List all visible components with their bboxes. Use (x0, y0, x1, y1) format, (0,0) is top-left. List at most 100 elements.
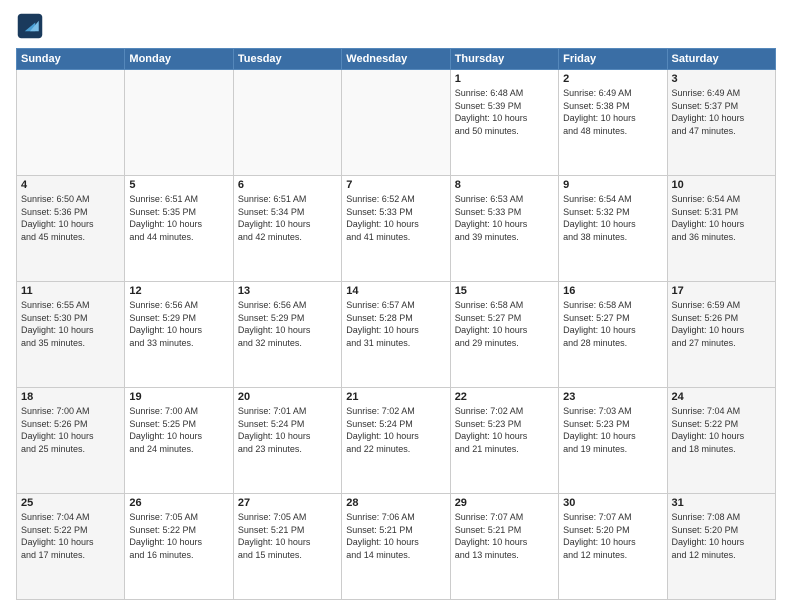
day-info-line: Sunset: 5:32 PM (563, 206, 662, 219)
day-info-line: Sunset: 5:29 PM (129, 312, 228, 325)
header (16, 12, 776, 40)
day-info-line: Daylight: 10 hours (563, 112, 662, 125)
day-info-line: and 24 minutes. (129, 443, 228, 456)
day-info-line: Sunrise: 6:54 AM (672, 193, 771, 206)
day-info-line: Sunset: 5:21 PM (346, 524, 445, 537)
day-info-line: Sunset: 5:34 PM (238, 206, 337, 219)
day-number: 11 (21, 285, 120, 297)
day-number: 10 (672, 179, 771, 191)
calendar-day-cell: 7Sunrise: 6:52 AMSunset: 5:33 PMDaylight… (342, 176, 450, 282)
day-info-line: Sunrise: 6:58 AM (455, 299, 554, 312)
day-info-line: Daylight: 10 hours (672, 536, 771, 549)
day-number: 16 (563, 285, 662, 297)
day-info-line: Sunrise: 7:05 AM (238, 511, 337, 524)
day-info-line: Sunset: 5:21 PM (455, 524, 554, 537)
day-info-line: and 50 minutes. (455, 125, 554, 138)
day-info-line: and 44 minutes. (129, 231, 228, 244)
calendar-day-cell: 15Sunrise: 6:58 AMSunset: 5:27 PMDayligh… (450, 282, 558, 388)
day-info-line: Sunrise: 7:01 AM (238, 405, 337, 418)
calendar-week-row: 25Sunrise: 7:04 AMSunset: 5:22 PMDayligh… (17, 494, 776, 600)
day-info-line: Sunrise: 7:06 AM (346, 511, 445, 524)
day-info-line: Daylight: 10 hours (563, 430, 662, 443)
day-info-line: Sunrise: 6:58 AM (563, 299, 662, 312)
day-number: 4 (21, 179, 120, 191)
calendar-day-cell (17, 70, 125, 176)
day-number: 3 (672, 73, 771, 85)
calendar-day-cell: 12Sunrise: 6:56 AMSunset: 5:29 PMDayligh… (125, 282, 233, 388)
day-info-line: Sunset: 5:21 PM (238, 524, 337, 537)
day-info-line: Daylight: 10 hours (563, 218, 662, 231)
calendar-week-row: 1Sunrise: 6:48 AMSunset: 5:39 PMDaylight… (17, 70, 776, 176)
day-info-line: Sunrise: 6:59 AM (672, 299, 771, 312)
day-info-line: Sunrise: 7:04 AM (672, 405, 771, 418)
day-info-line: and 19 minutes. (563, 443, 662, 456)
day-info-line: Sunrise: 6:53 AM (455, 193, 554, 206)
day-number: 14 (346, 285, 445, 297)
calendar-day-cell: 20Sunrise: 7:01 AMSunset: 5:24 PMDayligh… (233, 388, 341, 494)
day-info-line: Sunrise: 6:49 AM (563, 87, 662, 100)
calendar-week-row: 18Sunrise: 7:00 AMSunset: 5:26 PMDayligh… (17, 388, 776, 494)
day-info-line: Daylight: 10 hours (21, 324, 120, 337)
day-info-line: Daylight: 10 hours (21, 430, 120, 443)
day-info-line: Daylight: 10 hours (129, 218, 228, 231)
day-info-line: and 28 minutes. (563, 337, 662, 350)
day-info-line: Daylight: 10 hours (21, 536, 120, 549)
day-info-line: and 25 minutes. (21, 443, 120, 456)
day-info-line: Sunrise: 7:07 AM (455, 511, 554, 524)
day-info-line: Sunrise: 7:02 AM (455, 405, 554, 418)
calendar-day-cell: 14Sunrise: 6:57 AMSunset: 5:28 PMDayligh… (342, 282, 450, 388)
day-info-line: Daylight: 10 hours (455, 536, 554, 549)
day-info-line: and 33 minutes. (129, 337, 228, 350)
day-info-line: and 41 minutes. (346, 231, 445, 244)
day-info-line: Sunset: 5:22 PM (129, 524, 228, 537)
calendar-weekday-header: Thursday (450, 49, 558, 70)
day-info-line: and 29 minutes. (455, 337, 554, 350)
day-info-line: Sunset: 5:24 PM (346, 418, 445, 431)
day-info-line: and 38 minutes. (563, 231, 662, 244)
calendar-day-cell: 24Sunrise: 7:04 AMSunset: 5:22 PMDayligh… (667, 388, 775, 494)
day-info-line: and 31 minutes. (346, 337, 445, 350)
calendar-day-cell (233, 70, 341, 176)
day-info-line: Sunrise: 6:56 AM (238, 299, 337, 312)
day-number: 31 (672, 497, 771, 509)
day-number: 24 (672, 391, 771, 403)
day-info-line: Sunset: 5:35 PM (129, 206, 228, 219)
day-info-line: Sunset: 5:31 PM (672, 206, 771, 219)
calendar-day-cell: 19Sunrise: 7:00 AMSunset: 5:25 PMDayligh… (125, 388, 233, 494)
calendar-day-cell: 18Sunrise: 7:00 AMSunset: 5:26 PMDayligh… (17, 388, 125, 494)
calendar-day-cell: 10Sunrise: 6:54 AMSunset: 5:31 PMDayligh… (667, 176, 775, 282)
day-info-line: Sunset: 5:23 PM (455, 418, 554, 431)
day-info-line: Daylight: 10 hours (672, 430, 771, 443)
day-info-line: and 12 minutes. (672, 549, 771, 562)
day-info-line: and 47 minutes. (672, 125, 771, 138)
day-number: 12 (129, 285, 228, 297)
day-info-line: Daylight: 10 hours (455, 430, 554, 443)
calendar-day-cell: 17Sunrise: 6:59 AMSunset: 5:26 PMDayligh… (667, 282, 775, 388)
calendar-day-cell: 2Sunrise: 6:49 AMSunset: 5:38 PMDaylight… (559, 70, 667, 176)
day-info-line: Sunrise: 7:07 AM (563, 511, 662, 524)
calendar-day-cell: 13Sunrise: 6:56 AMSunset: 5:29 PMDayligh… (233, 282, 341, 388)
day-number: 20 (238, 391, 337, 403)
calendar-day-cell: 22Sunrise: 7:02 AMSunset: 5:23 PMDayligh… (450, 388, 558, 494)
day-info-line: and 48 minutes. (563, 125, 662, 138)
calendar-day-cell: 3Sunrise: 6:49 AMSunset: 5:37 PMDaylight… (667, 70, 775, 176)
day-info-line: Sunrise: 7:04 AM (21, 511, 120, 524)
logo-icon (16, 12, 44, 40)
day-info-line: Daylight: 10 hours (455, 324, 554, 337)
day-info-line: Daylight: 10 hours (455, 112, 554, 125)
day-info-line: Sunrise: 6:51 AM (129, 193, 228, 206)
day-number: 30 (563, 497, 662, 509)
day-info-line: Daylight: 10 hours (129, 430, 228, 443)
day-number: 29 (455, 497, 554, 509)
day-info-line: Daylight: 10 hours (346, 218, 445, 231)
calendar-day-cell: 9Sunrise: 6:54 AMSunset: 5:32 PMDaylight… (559, 176, 667, 282)
day-info-line: Sunrise: 7:00 AM (21, 405, 120, 418)
calendar-week-row: 11Sunrise: 6:55 AMSunset: 5:30 PMDayligh… (17, 282, 776, 388)
day-info-line: Sunset: 5:20 PM (563, 524, 662, 537)
day-info-line: Daylight: 10 hours (455, 218, 554, 231)
day-info-line: Sunset: 5:27 PM (455, 312, 554, 325)
calendar-weekday-header: Saturday (667, 49, 775, 70)
logo (16, 12, 48, 40)
day-number: 27 (238, 497, 337, 509)
calendar-day-cell: 11Sunrise: 6:55 AMSunset: 5:30 PMDayligh… (17, 282, 125, 388)
